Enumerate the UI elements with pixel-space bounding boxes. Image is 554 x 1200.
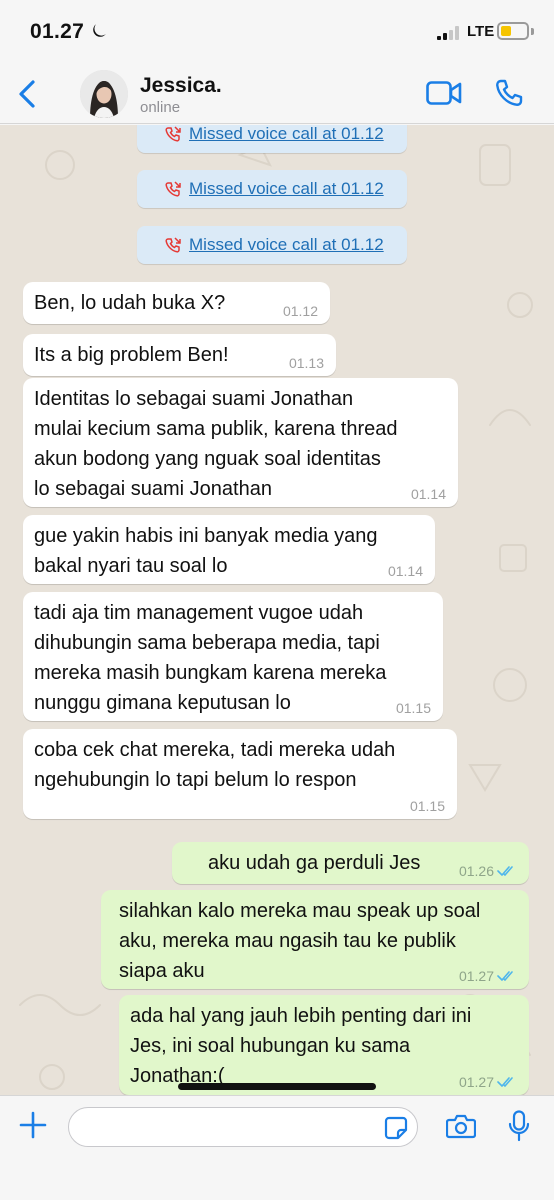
message-text: gue yakin habis ini banyak media yang ba… [34,525,378,577]
home-indicator[interactable] [178,1083,376,1090]
missed-call-icon [165,237,181,253]
incoming-message[interactable]: Ben, lo udah buka X? 01.12 [23,282,330,324]
status-time: 01.27 [30,20,85,43]
message-time: 01.15 [395,700,431,716]
message-text: Identitas lo sebagai suami Jonathan mula… [34,388,398,500]
network-label: LTE [467,23,495,40]
chat-area[interactable]: Missed voice call at 01.12 Missed voice … [0,125,554,1095]
missed-call-notice[interactable]: Missed voice call at 01.12 [137,125,407,153]
sticker-button[interactable] [384,1116,408,1145]
status-bar: 01.27 LTE [0,0,554,66]
chat-header: Jessica. online [0,66,554,124]
message-time: 01.14 [410,486,446,502]
contact-name[interactable]: Jessica. [140,74,222,98]
missed-call-notice[interactable]: Missed voice call at 01.12 [137,226,407,264]
moon-icon [90,22,108,45]
double-check-icon [497,866,513,876]
outgoing-message[interactable]: silahkan kalo mereka mau speak up soal a… [101,890,529,989]
video-camera-icon [426,81,462,105]
incoming-message[interactable]: coba cek chat mereka, tadi mereka udah n… [23,729,457,819]
message-time: 01.26 [459,863,517,879]
missed-call-text: Missed voice call at 01.12 [189,125,384,143]
contact-status: online [140,99,181,116]
incoming-message[interactable]: tadi aja tim management vugoe udah dihub… [23,592,443,721]
outgoing-message[interactable]: ada hal yang jauh lebih penting dari ini… [119,995,529,1095]
message-time: 01.14 [387,563,423,579]
avatar-photo-icon [80,70,128,118]
attach-button[interactable] [18,1110,48,1145]
microphone-button[interactable] [508,1110,530,1147]
message-text: Ben, lo udah buka X? [34,292,226,314]
missed-call-text: Missed voice call at 01.12 [189,235,384,254]
battery-icon [497,22,529,40]
signal-icon [437,26,461,45]
sticker-icon [384,1116,408,1140]
message-text: silahkan kalo mereka mau speak up soal a… [119,900,481,982]
double-check-icon [497,971,513,981]
message-text: tadi aja tim management vugoe udah dihub… [34,602,387,714]
message-time: 01.27 [459,968,517,984]
phone-icon [496,79,523,106]
incoming-message[interactable]: Identitas lo sebagai suami Jonathan mula… [23,378,458,507]
outgoing-message[interactable]: aku udah ga perduli Jes 01.26 [172,842,529,884]
microphone-icon [508,1110,530,1142]
missed-call-icon [165,126,181,142]
camera-icon [445,1114,477,1139]
message-text: Its a big problem Ben! [34,344,229,366]
message-composer [0,1095,554,1200]
message-time: 01.12 [282,303,318,319]
voice-call-button[interactable] [494,78,524,113]
back-button[interactable] [12,76,42,112]
chevron-left-icon [19,80,35,108]
message-input[interactable] [68,1107,418,1147]
missed-call-text: Missed voice call at 01.12 [189,179,384,198]
message-time: 01.27 [459,1074,517,1090]
missed-call-icon [165,181,181,197]
video-call-button[interactable] [426,80,462,111]
plus-icon [19,1111,47,1139]
incoming-message[interactable]: gue yakin habis ini banyak media yang ba… [23,515,435,584]
message-time: 01.13 [288,355,324,371]
message-text: coba cek chat mereka, tadi mereka udah n… [34,739,396,791]
incoming-message[interactable]: Its a big problem Ben! 01.13 [23,334,336,376]
avatar[interactable] [80,70,128,118]
double-check-icon [497,1077,513,1087]
camera-button[interactable] [445,1113,477,1144]
message-time: 01.15 [409,798,445,814]
missed-call-notice[interactable]: Missed voice call at 01.12 [137,170,407,208]
